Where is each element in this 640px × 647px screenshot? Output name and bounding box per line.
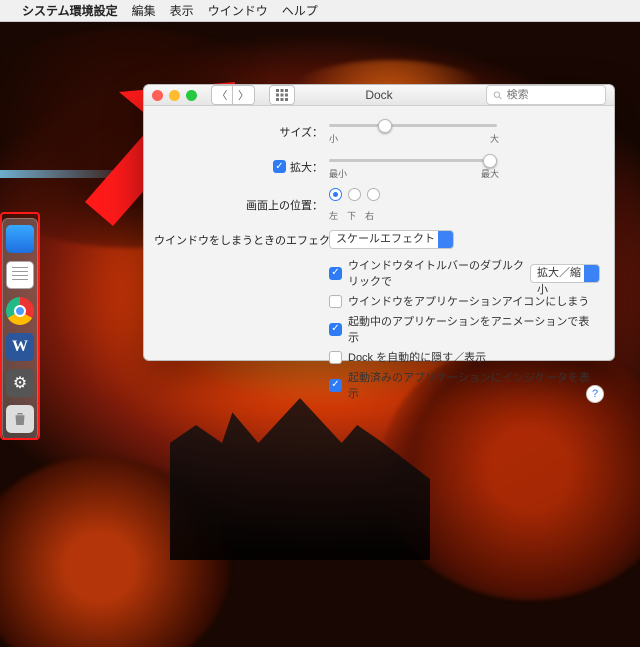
autohide-dock-checkbox[interactable] <box>329 351 342 364</box>
size-label: サイズ： <box>154 124 329 140</box>
menubar-item-window[interactable]: ウインドウ <box>208 2 268 19</box>
chevron-right-icon: 〉 <box>238 87 249 103</box>
doubleclick-action-select[interactable]: 拡大／縮小 ▴▾ <box>530 264 600 283</box>
menubar-item-view[interactable]: 表示 <box>170 2 194 19</box>
animate-opening-apps-label: 起動中のアプリケーションをアニメーションで表示 <box>348 313 600 345</box>
menubar-app-name[interactable]: システム環境設定 <box>22 2 118 19</box>
size-max-label: 大 <box>490 132 499 145</box>
forward-button[interactable]: 〉 <box>233 85 255 105</box>
position-radio-left[interactable] <box>329 188 342 201</box>
preferences-window: 〈 〉 Dock サイズ： <box>143 84 615 361</box>
magnification-min-label: 最小 <box>329 167 347 180</box>
minimize-effect-select[interactable]: スケールエフェクト ▴▾ <box>329 230 454 249</box>
show-all-button[interactable] <box>269 85 295 105</box>
search-field[interactable] <box>486 85 606 105</box>
minimize-into-appicon-label: ウインドウをアプリケーションアイコンにしまう <box>348 293 589 309</box>
menubar-item-help[interactable]: ヘルプ <box>282 2 318 19</box>
magnification-checkbox[interactable] <box>273 160 286 173</box>
dock-icon-textedit[interactable] <box>6 261 34 289</box>
position-label: 画面上の位置： <box>154 197 329 213</box>
grid-icon <box>276 89 288 101</box>
dock-icon-system-preferences[interactable]: ⚙ <box>6 369 34 397</box>
magnification-max-label: 最大 <box>481 167 499 180</box>
menubar: システム環境設定 編集 表示 ウインドウ ヘルプ <box>0 0 640 22</box>
size-min-label: 小 <box>329 132 338 145</box>
search-icon <box>493 90 503 101</box>
traffic-lights <box>152 90 197 101</box>
position-option-bottom: 下 <box>347 209 356 222</box>
minimize-effect-value: スケールエフェクト <box>336 233 435 245</box>
doubleclick-titlebar-label: ウインドウタイトルバーのダブルクリックで <box>348 257 524 289</box>
zoom-button[interactable] <box>186 90 197 101</box>
chevron-left-icon: 〈 <box>217 87 228 103</box>
magnification-label: 拡大： <box>290 159 323 175</box>
position-radio-right[interactable] <box>367 188 380 201</box>
back-button[interactable]: 〈 <box>211 85 233 105</box>
show-indicators-label: 起動済みのアプリケーションにインジケータを表示 <box>348 369 600 401</box>
minimize-effect-label: ウインドウをしまうときのエフェクト： <box>154 232 329 248</box>
animate-opening-apps-checkbox[interactable] <box>329 323 342 336</box>
minimize-button[interactable] <box>169 90 180 101</box>
dock-icon-word[interactable]: W <box>6 333 34 361</box>
magnification-slider[interactable] <box>329 159 497 162</box>
size-slider[interactable] <box>329 124 497 127</box>
window-title: Dock <box>365 88 392 102</box>
search-input[interactable] <box>507 89 599 101</box>
bg-blob <box>0 170 140 178</box>
menubar-item-edit[interactable]: 編集 <box>132 2 156 19</box>
dock-icon-finder[interactable] <box>6 225 34 253</box>
trash-icon <box>11 410 29 428</box>
close-button[interactable] <box>152 90 163 101</box>
dock-icon-chrome[interactable] <box>6 297 34 325</box>
show-indicators-checkbox[interactable] <box>329 379 342 392</box>
doubleclick-action-value: 拡大／縮小 <box>537 267 581 296</box>
chevron-updown-icon: ▴▾ <box>441 233 450 247</box>
position-option-right: 右 <box>365 209 374 222</box>
doubleclick-titlebar-checkbox[interactable] <box>329 267 342 280</box>
position-radio-bottom[interactable] <box>348 188 361 201</box>
chevron-updown-icon: ▴▾ <box>587 267 596 281</box>
dock: W ⚙ <box>2 218 38 440</box>
desktop: システム環境設定 編集 表示 ウインドウ ヘルプ W ⚙ <box>0 0 640 647</box>
minimize-into-appicon-checkbox[interactable] <box>329 295 342 308</box>
help-button[interactable]: ? <box>586 385 604 403</box>
autohide-dock-label: Dock を自動的に隠す／表示 <box>348 349 486 365</box>
window-titlebar[interactable]: 〈 〉 Dock <box>144 85 614 106</box>
dock-icon-trash[interactable] <box>6 405 34 433</box>
position-option-left: 左 <box>329 209 338 222</box>
